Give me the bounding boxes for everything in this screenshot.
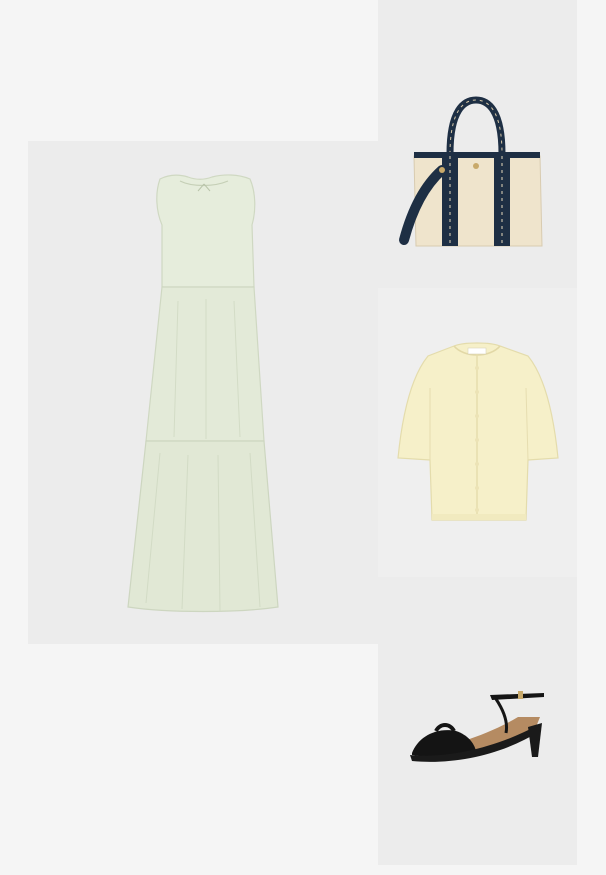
sandal-image xyxy=(410,691,544,762)
sandal-product-card[interactable] xyxy=(378,577,577,865)
tote-bag-product-card[interactable] xyxy=(378,0,577,288)
tote-bag-image xyxy=(399,96,543,247)
dress-product-card[interactable] xyxy=(28,141,378,644)
dress-image xyxy=(127,174,279,613)
cardigan-product-card[interactable] xyxy=(378,288,577,577)
cardigan-image xyxy=(397,342,559,521)
